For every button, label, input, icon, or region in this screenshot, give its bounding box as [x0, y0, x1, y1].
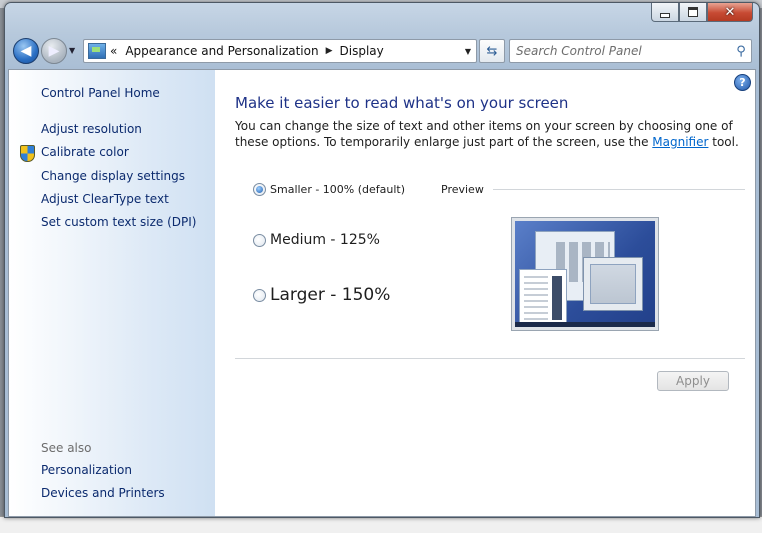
- breadcrumb-display[interactable]: Display: [336, 44, 388, 58]
- control-panel-window: ✕ ◀ ▶ ▼ « Appearance and Personalization…: [4, 2, 760, 518]
- search-input[interactable]: [510, 41, 731, 61]
- uac-shield-icon: [20, 145, 35, 162]
- chevron-down-icon: ▼: [69, 46, 76, 55]
- address-bar[interactable]: « Appearance and Personalization ▶ Displ…: [83, 39, 477, 63]
- sidebar-link-calibrate-color[interactable]: Calibrate color: [41, 145, 129, 159]
- description-text-end: tool.: [708, 135, 739, 149]
- main-panel: Make it easier to read what's on your sc…: [235, 70, 745, 516]
- control-panel-icon: [88, 43, 106, 59]
- radio-medium[interactable]: [253, 233, 266, 247]
- breadcrumb-overflow[interactable]: «: [106, 44, 121, 58]
- option-larger[interactable]: Larger - 150%: [253, 285, 390, 305]
- search-box: ⚲: [509, 39, 752, 63]
- close-icon: ✕: [724, 4, 736, 20]
- page-description: You can change the size of text and othe…: [235, 118, 745, 150]
- see-also-heading: See also: [41, 441, 92, 455]
- preview-window-start-menu: [519, 269, 567, 327]
- preview-window-front: [583, 257, 643, 311]
- back-arrow-icon: ◀: [20, 43, 32, 59]
- radio-larger[interactable]: [253, 288, 266, 302]
- breadcrumb-appearance[interactable]: Appearance and Personalization: [121, 44, 322, 58]
- option-smaller-label: Smaller - 100% (default): [270, 183, 406, 196]
- option-smaller[interactable]: Smaller - 100% (default): [253, 183, 405, 196]
- chevron-down-icon: ▼: [464, 46, 472, 56]
- option-larger-label: Larger - 150%: [270, 285, 391, 305]
- forward-arrow-icon: ▶: [48, 43, 60, 59]
- address-dropdown-button[interactable]: ▼: [460, 47, 476, 56]
- apply-button[interactable]: Apply: [657, 371, 729, 391]
- preview-menu-lines: [524, 276, 548, 320]
- sidebar: Control Panel Home Adjust resolution Cal…: [9, 70, 215, 516]
- preview-divider: [493, 189, 745, 190]
- sidebar-link-control-panel-home[interactable]: Control Panel Home: [41, 86, 160, 100]
- sidebar-link-change-display-settings[interactable]: Change display settings: [41, 169, 185, 183]
- refresh-button[interactable]: ⇆: [479, 39, 505, 63]
- navigation-bar: ◀ ▶ ▼ « Appearance and Personalization ▶…: [5, 33, 759, 69]
- preview-label: Preview: [441, 183, 484, 196]
- forward-button[interactable]: ▶: [41, 38, 67, 64]
- back-button[interactable]: ◀: [13, 38, 39, 64]
- preview-taskbar: [515, 322, 655, 327]
- page-title: Make it easier to read what's on your sc…: [235, 94, 569, 112]
- refresh-icon: ⇆: [486, 43, 498, 59]
- background-window-edge: [0, 516, 762, 533]
- preview-window-content: [590, 264, 636, 304]
- option-medium-label: Medium - 125%: [270, 232, 380, 248]
- search-icon[interactable]: ⚲: [731, 44, 751, 59]
- maximize-button[interactable]: [679, 3, 707, 22]
- sidebar-link-personalization[interactable]: Personalization: [41, 463, 132, 477]
- content-area: Control Panel Home Adjust resolution Cal…: [8, 69, 756, 517]
- minimize-icon: [660, 12, 670, 18]
- minimize-button[interactable]: [651, 3, 679, 22]
- preview-menu-bar: [552, 276, 562, 320]
- recent-pages-dropdown[interactable]: ▼: [69, 46, 75, 55]
- sidebar-link-adjust-cleartype[interactable]: Adjust ClearType text: [41, 192, 169, 206]
- content-divider: [235, 358, 745, 359]
- sidebar-link-custom-dpi[interactable]: Set custom text size (DPI): [41, 215, 196, 229]
- sidebar-link-adjust-resolution[interactable]: Adjust resolution: [41, 122, 142, 136]
- radio-smaller[interactable]: [253, 183, 266, 196]
- magnifier-link[interactable]: Magnifier: [652, 135, 708, 149]
- preview-image: [511, 217, 659, 331]
- maximize-icon: [688, 7, 698, 17]
- sidebar-link-devices-printers[interactable]: Devices and Printers: [41, 486, 165, 500]
- caption-buttons: ✕: [651, 3, 753, 25]
- option-medium[interactable]: Medium - 125%: [253, 232, 380, 248]
- preview-desktop: [515, 221, 655, 327]
- breadcrumb-separator-icon[interactable]: ▶: [323, 46, 336, 56]
- close-button[interactable]: ✕: [707, 3, 753, 22]
